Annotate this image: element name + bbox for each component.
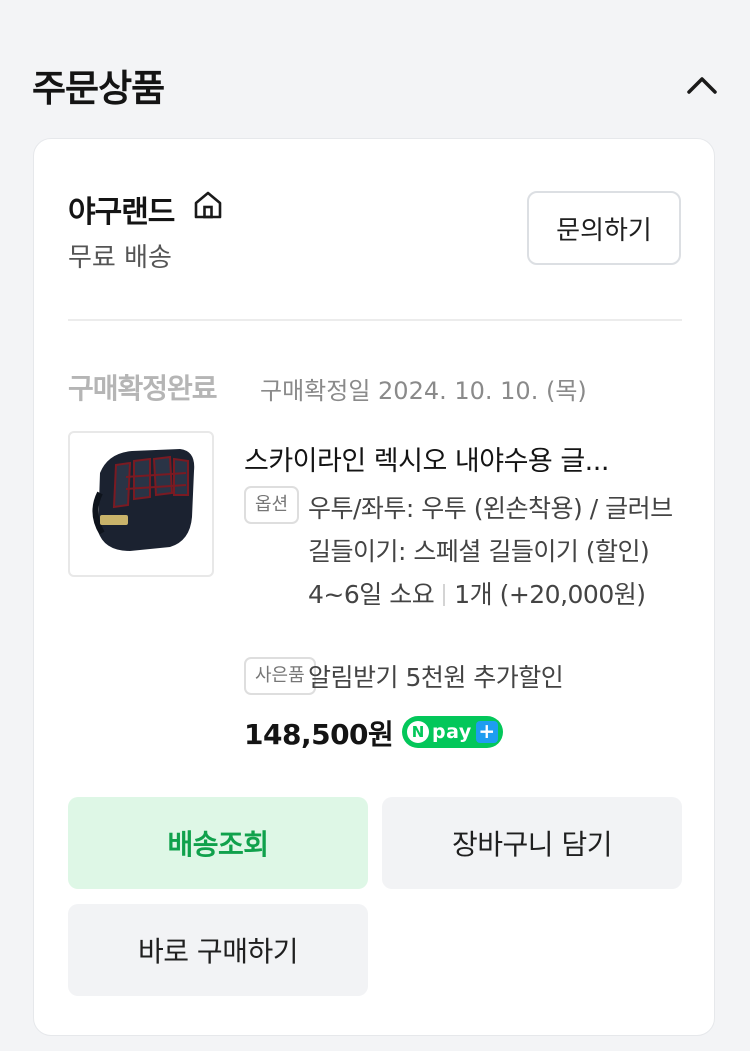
buy-now-button[interactable]: 바로 구매하기 <box>68 904 368 996</box>
separator <box>443 584 446 606</box>
product-name[interactable]: 스카이라인 렉시오 내야수용 글... <box>244 439 664 478</box>
order-products-header: 주문상품 <box>0 0 750 138</box>
divider <box>68 319 682 321</box>
product-thumbnail[interactable] <box>68 431 214 577</box>
inquiry-button[interactable]: 문의하기 <box>527 191 681 265</box>
chevron-up-icon <box>687 77 717 94</box>
home-icon[interactable] <box>192 189 224 221</box>
add-to-cart-button[interactable]: 장바구니 담기 <box>382 797 682 889</box>
option-details: 우투/좌투: 우투 (왼손착용) / 글러브 길들이기: 스페셜 길들이기 (할… <box>308 487 698 616</box>
shipping-label: 무료 배송 <box>68 243 172 273</box>
npay-plus-badge: N pay + <box>402 716 503 748</box>
order-status: 구매확정완료 <box>68 372 218 405</box>
gift-text: 알림받기 5천원 추가할인 <box>308 663 564 692</box>
collapse-toggle[interactable] <box>678 62 726 108</box>
quantity-text: 1개 (+20,000원) <box>454 580 646 609</box>
npay-label: pay <box>432 721 472 743</box>
baseball-glove-image <box>92 449 195 551</box>
option-tag: 옵션 <box>244 486 300 524</box>
order-card: 야구랜드 무료 배송 문의하기 구매확정완료 구매확정일 2024. 10. 1… <box>33 138 715 1036</box>
store-name[interactable]: 야구랜드 <box>68 187 175 231</box>
confirm-date: 구매확정일 2024. 10. 10. (목) <box>260 377 587 405</box>
section-title: 주문상품 <box>32 67 165 110</box>
product-price: 148,500원 <box>244 718 394 751</box>
naver-n-icon: N <box>407 721 429 743</box>
gift-tag: 사은품 <box>244 657 316 695</box>
track-delivery-button[interactable]: 배송조회 <box>68 797 368 889</box>
plus-icon: + <box>475 721 498 743</box>
